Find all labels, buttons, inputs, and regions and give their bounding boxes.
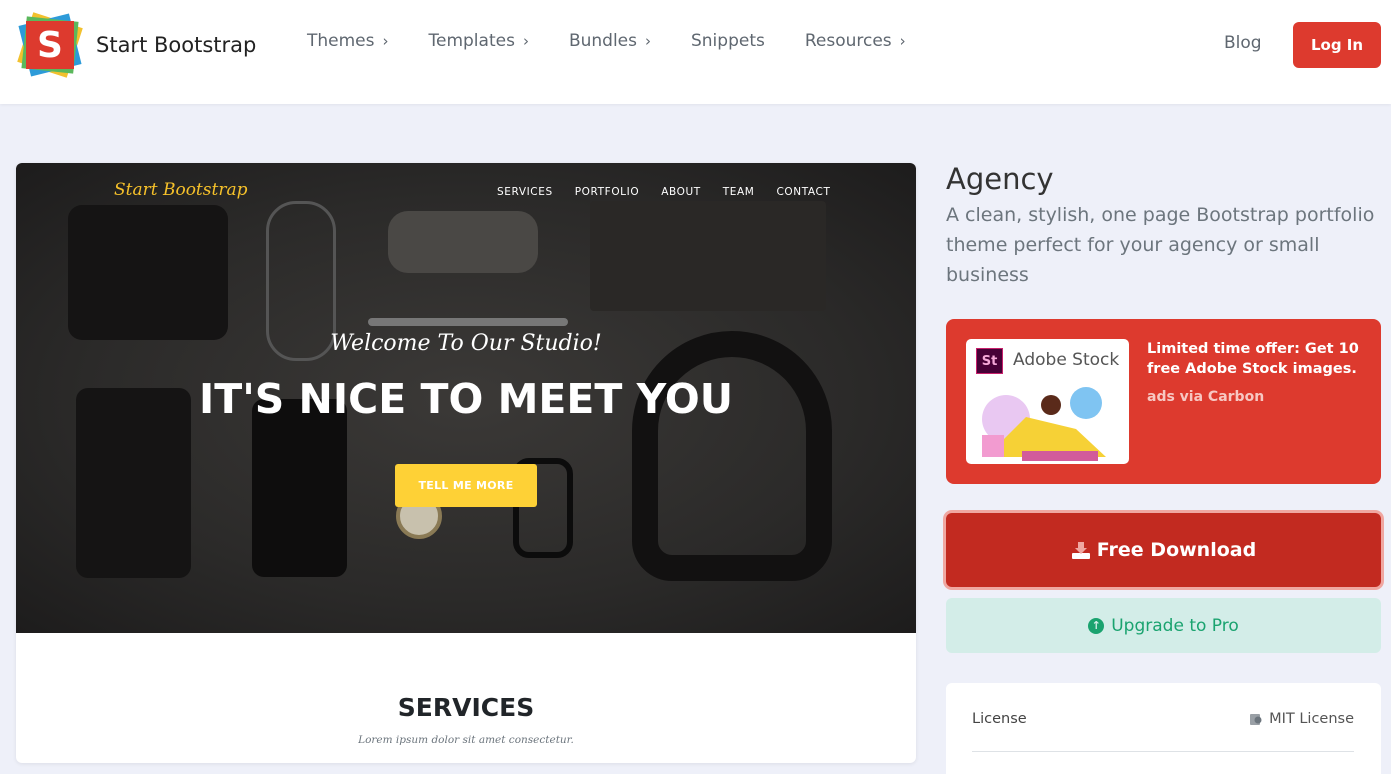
download-icon	[1071, 542, 1090, 559]
info-divider	[972, 751, 1354, 752]
theme-description: A clean, stylish, one page Bootstrap por…	[946, 204, 1375, 286]
carbon-ad[interactable]: St Adobe Stock Limited time offer: Get 1…	[946, 319, 1381, 484]
preview-nav-contact: CONTACT	[776, 186, 831, 198]
theme-title: Agency	[946, 162, 1054, 196]
ad-via-carbon[interactable]: ads via Carbon	[1147, 389, 1264, 405]
preview-heading: IT'S NICE TO MEET YOU	[198, 375, 734, 423]
arrow-up-circle-icon: ↑	[1088, 617, 1105, 634]
preview-nav: SERVICES PORTFOLIO ABOUT TEAM CONTACT	[497, 186, 852, 198]
chevron-right-icon: ›	[382, 32, 389, 50]
start-bootstrap-logo: S	[16, 11, 84, 79]
nav-themes[interactable]: Themes ›	[307, 31, 389, 51]
preview-section-title: SERVICES	[397, 693, 535, 722]
chevron-right-icon: ›	[644, 32, 651, 50]
top-navbar: S Start Bootstrap Themes › Templates › Bun…	[0, 0, 1391, 104]
ad-image[interactable]: St Adobe Stock	[966, 339, 1129, 464]
login-button[interactable]: Log In	[1293, 22, 1381, 68]
ad-illustration	[982, 387, 1106, 461]
ad-text[interactable]: Limited time offer: Get 10 free Adobe St…	[1147, 339, 1362, 379]
preview-nav-services: SERVICES	[497, 186, 553, 198]
preview-cta-button: TELL ME MORE	[395, 464, 537, 507]
upgrade-label: Upgrade to Pro	[1111, 615, 1239, 636]
upgrade-to-pro-button[interactable]: ↑ Upgrade to Pro	[946, 598, 1381, 653]
preview-section-subtitle: Lorem ipsum dolor sit amet consectetur.	[358, 734, 574, 746]
nav-resources[interactable]: Resources ›	[805, 31, 906, 51]
license-value[interactable]: MIT License	[1250, 711, 1354, 727]
brand-name: Start Bootstrap	[96, 33, 257, 57]
theme-info-card: License MIT License	[946, 683, 1381, 774]
preview-nav-about: ABOUT	[661, 186, 701, 198]
preview-subheading: Welcome To Our Studio!	[330, 331, 602, 356]
main-nav: Themes › Templates › Bundles › Snippets Res…	[307, 31, 946, 51]
preview-nav-team: TEAM	[722, 186, 755, 198]
brand-link[interactable]: S Start Bootstrap	[16, 11, 256, 79]
preview-hero: Start Bootstrap SERVICES PORTFOLIO ABOUT…	[16, 163, 916, 633]
nav-snippets[interactable]: Snippets	[691, 31, 765, 51]
free-download-label: Free Download	[1096, 539, 1257, 561]
nav-blog[interactable]: Blog	[1224, 33, 1262, 53]
chevron-right-icon: ›	[899, 32, 906, 50]
chevron-right-icon: ›	[522, 32, 529, 50]
preview-nav-portfolio: PORTFOLIO	[574, 186, 640, 198]
license-icon	[1250, 714, 1262, 725]
free-download-button[interactable]: Free Download	[946, 513, 1381, 587]
license-label: License	[972, 711, 1027, 727]
nav-bundles[interactable]: Bundles ›	[569, 31, 651, 51]
preview-brand: Start Bootstrap	[114, 180, 248, 200]
theme-preview[interactable]: Start Bootstrap SERVICES PORTFOLIO ABOUT…	[16, 163, 916, 763]
nav-templates[interactable]: Templates ›	[429, 31, 529, 51]
